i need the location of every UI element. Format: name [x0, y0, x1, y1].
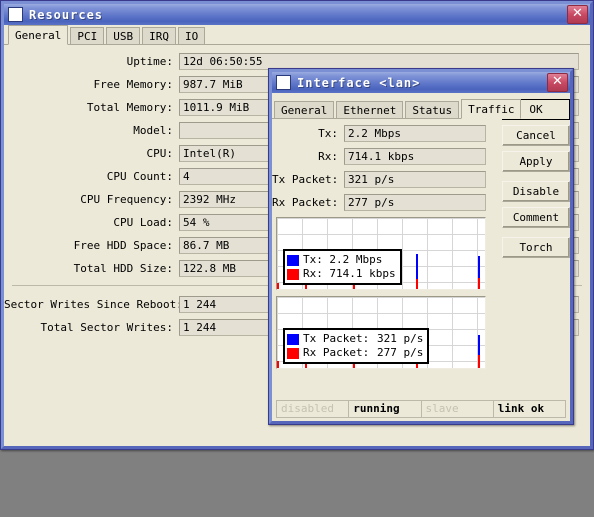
graph-legend: Tx: 2.2 Mbps Rx: 714.1 kbps	[283, 249, 402, 285]
close-icon[interactable]: ✕	[567, 5, 588, 24]
field-label: Tx Packet:	[272, 173, 339, 186]
field-label: Free HDD Space:	[73, 239, 173, 252]
field-label: CPU Load:	[113, 216, 173, 229]
apply-button[interactable]: Apply	[502, 151, 570, 172]
field-label: CPU Frequency:	[80, 193, 173, 206]
interface-button-column: OK Cancel Apply Disable Comment Torch	[496, 93, 570, 369]
field-label: Sector Writes Since Reboot:	[4, 298, 183, 311]
form-row: Tx: 2.2 Mbps	[272, 125, 496, 142]
window-icon	[8, 7, 23, 22]
field-label: Free Memory:	[93, 78, 173, 91]
field-label: Total Memory:	[86, 101, 173, 114]
interface-statusbar: disabled running slave link ok	[276, 400, 566, 418]
form-row: Tx Packet: 321 p/s	[272, 171, 496, 188]
legend-series-value: 321 p/s	[377, 332, 424, 345]
disable-button[interactable]: Disable	[502, 181, 570, 202]
legend-series-name: Rx Packet:	[303, 346, 370, 359]
graph-bar	[416, 279, 418, 289]
field-label: Total HDD Size:	[73, 262, 173, 275]
tab-pci[interactable]: PCI	[70, 27, 105, 44]
tab-io[interactable]: IO	[177, 27, 206, 44]
graph-bar	[478, 355, 480, 368]
form-row: Rx Packet: 277 p/s	[272, 194, 496, 211]
interface-client: General Ethernet Status Traffic Tx: 2.2 Mbps…	[272, 93, 570, 421]
legend-swatch-icon	[287, 333, 299, 345]
legend-series-value: 277 p/s	[377, 346, 424, 359]
legend-row: Tx: 2.2 Mbps	[287, 253, 396, 267]
traffic-rate-graph: Tx: 2.2 Mbps Rx: 714.1 kbps	[276, 217, 486, 290]
field-label: CPU Count:	[106, 170, 173, 183]
tab-label: PCI	[77, 30, 98, 43]
window-icon	[276, 75, 291, 90]
legend-row: Tx Packet: 321 p/s	[287, 332, 423, 346]
field-label: Rx Packet:	[272, 196, 339, 209]
interface-left-pane: General Ethernet Status Traffic Tx: 2.2 Mbps…	[272, 93, 522, 369]
legend-series-name: Tx:	[303, 253, 323, 266]
tab-label: Ethernet	[343, 104, 397, 117]
resources-title: Resources	[29, 7, 104, 22]
tab-traffic[interactable]: Traffic	[461, 99, 522, 119]
form-row: Rx: 714.1 kbps	[272, 148, 496, 165]
legend-series-value: 714.1 kbps	[329, 267, 396, 280]
interface-dialog[interactable]: Interface <lan> ✕ General Ethernet Status T…	[268, 68, 574, 425]
tab-label: USB	[113, 30, 134, 43]
field-label: Tx:	[318, 127, 338, 140]
field-label: CPU:	[146, 147, 174, 160]
field-value[interactable]: 714.1 kbps	[344, 148, 486, 165]
traffic-form: Tx: 2.2 Mbps Rx: 714.1 kbps Tx Packet: 321 p/…	[272, 125, 496, 211]
interface-tabstrip: General Ethernet Status Traffic	[272, 99, 522, 119]
tab-general[interactable]: General	[8, 25, 69, 45]
field-value[interactable]: 2.2 Mbps	[344, 125, 486, 142]
graph-bar	[277, 283, 279, 289]
resources-titlebar[interactable]: Resources ✕	[4, 4, 590, 25]
tab-usb[interactable]: USB	[106, 27, 141, 44]
graph-legend: Tx Packet: 321 p/s Rx Packet: 277 p/s	[283, 328, 430, 364]
interface-title: Interface <lan>	[297, 75, 421, 90]
tab-label: Traffic	[468, 103, 515, 116]
legend-swatch-icon	[287, 268, 299, 280]
legend-row: Rx Packet: 277 p/s	[287, 346, 423, 360]
tab-label: General	[281, 104, 328, 117]
tab-label: Status	[412, 104, 453, 117]
field-label: Total Sector Writes:	[40, 321, 173, 334]
comment-button[interactable]: Comment	[502, 207, 570, 228]
interface-body: General Ethernet Status Traffic Tx: 2.2 Mbps…	[272, 93, 570, 369]
status-running: running	[349, 401, 422, 417]
field-label: Model:	[133, 124, 173, 137]
torch-button[interactable]: Torch	[502, 237, 570, 258]
legend-series-name: Rx:	[303, 267, 323, 280]
field-label: Uptime:	[126, 55, 173, 68]
packet-rate-graph: Tx Packet: 321 p/s Rx Packet: 277 p/s	[276, 296, 486, 369]
close-icon[interactable]: ✕	[547, 73, 568, 92]
legend-swatch-icon	[287, 347, 299, 359]
legend-swatch-icon	[287, 254, 299, 266]
legend-series-name: Tx Packet:	[303, 332, 370, 345]
graph-bar	[277, 361, 279, 368]
tab-label: General	[15, 29, 62, 42]
interface-titlebar[interactable]: Interface <lan> ✕	[272, 72, 570, 93]
graph-bar	[478, 278, 480, 289]
field-value[interactable]: 277 p/s	[344, 194, 486, 211]
resources-tabstrip: General PCI USB IRQ IO	[4, 25, 590, 45]
status-link-ok: link ok	[497, 402, 545, 415]
legend-row: Rx: 714.1 kbps	[287, 267, 396, 281]
tab-status[interactable]: Status	[405, 101, 460, 118]
tab-irq[interactable]: IRQ	[142, 27, 176, 44]
field-value[interactable]: 321 p/s	[344, 171, 486, 188]
tab-label: IRQ	[149, 30, 169, 43]
legend-series-value: 2.2 Mbps	[329, 253, 383, 266]
status-slave: slave	[422, 401, 494, 417]
status-disabled: disabled	[277, 401, 350, 417]
tab-label: IO	[184, 30, 199, 43]
cancel-button[interactable]: Cancel	[502, 125, 570, 146]
tab-general[interactable]: General	[274, 101, 335, 118]
field-label: Rx:	[318, 150, 338, 163]
tab-ethernet[interactable]: Ethernet	[336, 101, 404, 118]
